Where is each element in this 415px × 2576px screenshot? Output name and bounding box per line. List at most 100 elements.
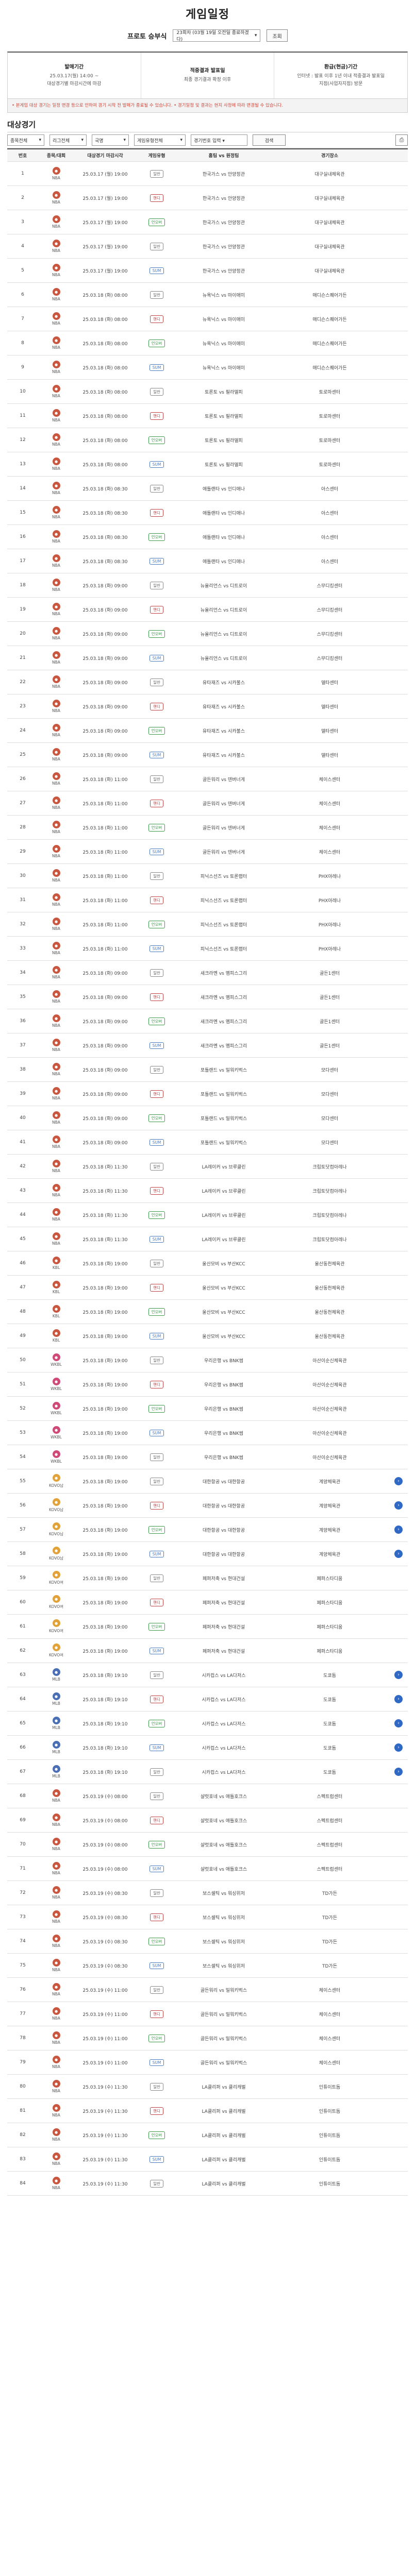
match-teams[interactable]: 포틀랜드 vs 밀워키벅스 — [177, 1091, 270, 1097]
match-teams[interactable]: LA클리퍼 vs 클리캐벌 — [177, 2132, 270, 2139]
table-row[interactable]: 63 ● MLB 25.03.18 (화) 19:10 일반 시카컵스 vs LA다저스 도… — [7, 1663, 408, 1688]
match-teams[interactable]: 울산모비 vs 부산KCC — [177, 1260, 270, 1267]
table-row[interactable]: 24 ● NBA 25.03.18 (화) 09:00 언오버 유타재즈 vs 시카불스 델… — [7, 719, 408, 743]
table-row[interactable]: 26 ● NBA 25.03.18 (화) 11:00 일반 골든워리 vs 덴버너게 체이… — [7, 767, 408, 792]
match-teams[interactable]: 애틀랜타 vs 인디애나 — [177, 485, 270, 492]
table-row[interactable]: 84 ● NBA 25.03.19 (수) 11:30 일반 LA클리퍼 vs 클리캐벌 인… — [7, 2172, 408, 2196]
table-row[interactable]: 15 ● NBA 25.03.18 (화) 08:30 핸디 애틀랜타 vs 인디애나 아스… — [7, 501, 408, 526]
table-row[interactable]: 61 ● KOVO여 25.03.18 (화) 19:00 언오버 페퍼저축 vs 현대건… — [7, 1615, 408, 1639]
table-row[interactable]: 64 ● MLB 25.03.18 (화) 19:10 핸디 시카컵스 vs LA다저스 도… — [7, 1687, 408, 1712]
match-teams[interactable]: 샬럿호네 vs 애틀호크스 — [177, 1841, 270, 1848]
table-row[interactable]: 11 ● NBA 25.03.18 (화) 08:00 핸디 토론토 vs 필라델피 토로마… — [7, 404, 408, 429]
match-teams[interactable]: 새크라멘 vs 멤피스그리 — [177, 1042, 270, 1049]
table-row[interactable]: 32 ● NBA 25.03.18 (화) 11:00 언오버 피닉스선즈 vs 토론랩터… — [7, 912, 408, 937]
match-teams[interactable]: 페퍼저축 vs 현대건설 — [177, 1599, 270, 1606]
match-teams[interactable]: 골든워리 vs 덴버너게 — [177, 824, 270, 831]
table-row[interactable]: 51 ● WKBL 25.03.18 (화) 19:00 핸디 우리은행 vs BNK썸 아… — [7, 1372, 408, 1397]
match-teams[interactable]: 골든워리 vs 덴버너게 — [177, 849, 270, 855]
table-row[interactable]: 31 ● NBA 25.03.18 (화) 11:00 핸디 피닉스선즈 vs 토론랩터 P… — [7, 888, 408, 913]
match-teams[interactable]: 울산모비 vs 부산KCC — [177, 1333, 270, 1340]
match-teams[interactable]: 피닉스선즈 vs 토론랩터 — [177, 945, 270, 952]
table-row[interactable]: 42 ● NBA 25.03.18 (화) 11:30 일반 LA레이커 vs 브루클린 크… — [7, 1155, 408, 1179]
match-teams[interactable]: 피닉스선즈 vs 토론랩터 — [177, 873, 270, 879]
go-button[interactable]: 조회 — [267, 29, 288, 42]
match-teams[interactable]: 페퍼저축 vs 현대건설 — [177, 1648, 270, 1654]
match-teams[interactable]: 새크라멘 vs 멤피스그리 — [177, 994, 270, 1001]
match-teams[interactable]: 샬럿호네 vs 애틀호크스 — [177, 1793, 270, 1800]
match-teams[interactable]: 시카컵스 vs LA다저스 — [177, 1720, 270, 1727]
table-row[interactable]: 76 ● NBA 25.03.19 (수) 11:00 일반 골든워리 vs 밀워키벅스 체… — [7, 1978, 408, 2003]
table-row[interactable]: 2 ● NBA 25.03.17 (월) 19:00 핸디 한국가스 vs 안양정관 대구실… — [7, 186, 408, 211]
match-teams[interactable]: 피닉스선즈 vs 토론랩터 — [177, 921, 270, 928]
bet-add-icon[interactable]: › — [394, 1501, 403, 1510]
bet-add-icon[interactable]: › — [394, 1671, 403, 1680]
table-row[interactable]: 25 ● NBA 25.03.18 (화) 09:00 SUM 유타재즈 vs 시카불스 델… — [7, 743, 408, 768]
print-icon[interactable]: ⎙ — [395, 134, 408, 146]
match-teams[interactable]: 포틀랜드 vs 밀워키벅스 — [177, 1115, 270, 1122]
table-row[interactable]: 14 ● NBA 25.03.18 (화) 08:30 일반 애틀랜타 vs 인디애나 아스… — [7, 477, 408, 501]
table-row[interactable]: 54 ● WKBL 25.03.18 (화) 19:00 일반 우리은행 vs BNK썸 아… — [7, 1445, 408, 1470]
match-teams[interactable]: 한국가스 vs 안양정관 — [177, 195, 270, 201]
match-teams[interactable]: 한국가스 vs 안양정관 — [177, 243, 270, 250]
table-row[interactable]: 34 ● NBA 25.03.18 (화) 09:00 일반 새크라멘 vs 멤피스그리 골… — [7, 961, 408, 986]
bet-type-filter[interactable]: 게임유형전체 ▾ — [134, 134, 186, 146]
table-row[interactable]: 67 ● MLB 25.03.18 (화) 19:10 일반 시카컵스 vs LA다저스 도… — [7, 1760, 408, 1785]
table-row[interactable]: 66 ● MLB 25.03.18 (화) 19:10 SUM 시카컵스 vs LA다저스… — [7, 1736, 408, 1760]
match-teams[interactable]: 우리은행 vs BNK썸 — [177, 1405, 270, 1412]
table-row[interactable]: 10 ● NBA 25.03.18 (화) 08:00 일반 토론토 vs 필라델피 토로마… — [7, 380, 408, 404]
table-row[interactable]: 36 ● NBA 25.03.18 (화) 09:00 언오버 새크라멘 vs 멤피스그리… — [7, 1009, 408, 1034]
table-row[interactable]: 79 ● NBA 25.03.19 (수) 11:00 SUM 골든워리 vs 밀워키벅스… — [7, 2050, 408, 2075]
match-teams[interactable]: 피닉스선즈 vs 토론랩터 — [177, 897, 270, 904]
match-teams[interactable]: 시카컵스 vs LA다저스 — [177, 1744, 270, 1751]
match-teams[interactable]: 대한항공 vs 대한항공 — [177, 1478, 270, 1485]
match-teams[interactable]: 우리은행 vs BNK썸 — [177, 1381, 270, 1388]
match-teams[interactable]: 토론토 vs 필라델피 — [177, 461, 270, 468]
table-row[interactable]: 60 ● KOVO여 25.03.18 (화) 19:00 핸디 페퍼저축 vs 현대건설… — [7, 1590, 408, 1615]
match-teams[interactable]: 시카컵스 vs LA다저스 — [177, 1696, 270, 1703]
bet-add-icon[interactable]: › — [394, 1768, 403, 1776]
table-row[interactable]: 38 ● NBA 25.03.18 (화) 09:00 일반 포틀랜드 vs 밀워키벅스 모… — [7, 1058, 408, 1082]
match-teams[interactable]: 뉴올리언스 vs 디트로이 — [177, 631, 270, 637]
table-row[interactable]: 59 ● KOVO여 25.03.18 (화) 19:00 일반 페퍼저축 vs 현대건설… — [7, 1566, 408, 1591]
table-row[interactable]: 58 ● KOVO남 25.03.18 (화) 19:00 SUM 대한항공 vs 대한항… — [7, 1542, 408, 1567]
table-row[interactable]: 82 ● NBA 25.03.19 (수) 11:30 언오버 LA클리퍼 vs 클리캐벌… — [7, 2123, 408, 2148]
table-row[interactable]: 6 ● NBA 25.03.18 (화) 08:00 일반 뉴욕닉스 vs 마이애미 매디슨… — [7, 283, 408, 308]
table-row[interactable]: 16 ● NBA 25.03.18 (화) 08:30 언오버 애틀랜타 vs 인디애나 아… — [7, 525, 408, 550]
match-teams[interactable]: 포틀랜드 vs 밀워키벅스 — [177, 1066, 270, 1073]
table-row[interactable]: 5 ● NBA 25.03.17 (월) 19:00 SUM 한국가스 vs 안양정관 대구… — [7, 259, 408, 283]
table-row[interactable]: 7 ● NBA 25.03.18 (화) 08:00 핸디 뉴욕닉스 vs 마이애미 매디슨… — [7, 307, 408, 332]
match-teams[interactable]: 유타재즈 vs 시카불스 — [177, 679, 270, 686]
league-filter[interactable]: 리그전체 ▾ — [49, 134, 87, 146]
match-teams[interactable]: LA클리퍼 vs 클리캐벌 — [177, 2108, 270, 2114]
table-row[interactable]: 43 ● NBA 25.03.18 (화) 11:30 핸디 LA레이커 vs 브루클린 크… — [7, 1179, 408, 1204]
match-teams[interactable]: 우리은행 vs BNK썸 — [177, 1454, 270, 1461]
match-teams[interactable]: 대한항공 vs 대한항공 — [177, 1551, 270, 1557]
match-teams[interactable]: 우리은행 vs BNK썸 — [177, 1430, 270, 1436]
table-row[interactable]: 56 ● KOVO남 25.03.18 (화) 19:00 핸디 대한항공 vs 대한항공… — [7, 1494, 408, 1518]
match-teams[interactable]: 포틀랜드 vs 밀워키벅스 — [177, 1139, 270, 1146]
table-row[interactable]: 1 ● NBA 25.03.17 (월) 19:00 일반 한국가스 vs 안양정관 대구실… — [7, 162, 408, 187]
table-row[interactable]: 23 ● NBA 25.03.18 (화) 09:00 핸디 유타재즈 vs 시카불스 델타… — [7, 694, 408, 719]
match-teams[interactable]: 울산모비 vs 부산KCC — [177, 1284, 270, 1291]
match-teams[interactable]: 대한항공 vs 대한항공 — [177, 1527, 270, 1533]
round-select[interactable]: 23회차 (03월 19일 오전일 종료하겠다) ▾ — [173, 29, 261, 42]
match-teams[interactable]: 새크라멘 vs 멤피스그리 — [177, 1018, 270, 1025]
match-teams[interactable]: 골든워리 vs 밀워키벅스 — [177, 2059, 270, 2066]
match-teams[interactable]: 유타재즈 vs 시카불스 — [177, 727, 270, 734]
match-teams[interactable]: 보스셀틱 vs 워싱위저 — [177, 1962, 270, 1969]
bet-add-icon[interactable]: › — [394, 1743, 403, 1752]
table-row[interactable]: 44 ● NBA 25.03.18 (화) 11:30 언오버 LA레이커 vs 브루클린… — [7, 1203, 408, 1228]
table-row[interactable]: 37 ● NBA 25.03.18 (화) 09:00 SUM 새크라멘 vs 멤피스그리… — [7, 1033, 408, 1058]
table-row[interactable]: 55 ● KOVO남 25.03.18 (화) 19:00 일반 대한항공 vs 대한항공… — [7, 1469, 408, 1494]
table-row[interactable]: 3 ● NBA 25.03.17 (월) 19:00 언오버 한국가스 vs 안양정관 대구… — [7, 210, 408, 235]
match-teams[interactable]: LA레이커 vs 브루클린 — [177, 1236, 270, 1243]
match-teams[interactable]: 시카컵스 vs LA다저스 — [177, 1672, 270, 1679]
match-teams[interactable]: 토론토 vs 필라델피 — [177, 437, 270, 444]
table-row[interactable]: 52 ● WKBL 25.03.18 (화) 19:00 언오버 우리은행 vs BNK썸… — [7, 1397, 408, 1421]
match-teams[interactable]: 골든워리 vs 덴버너게 — [177, 800, 270, 807]
match-teams[interactable]: LA클리퍼 vs 클리캐벌 — [177, 2083, 270, 2090]
match-teams[interactable]: 보스셀틱 vs 워싱위저 — [177, 1938, 270, 1945]
table-row[interactable]: 33 ● NBA 25.03.18 (화) 11:00 SUM 피닉스선즈 vs 토론랩터… — [7, 937, 408, 961]
bet-add-icon[interactable]: › — [394, 1695, 403, 1704]
match-teams[interactable]: 토론토 vs 필라델피 — [177, 413, 270, 419]
